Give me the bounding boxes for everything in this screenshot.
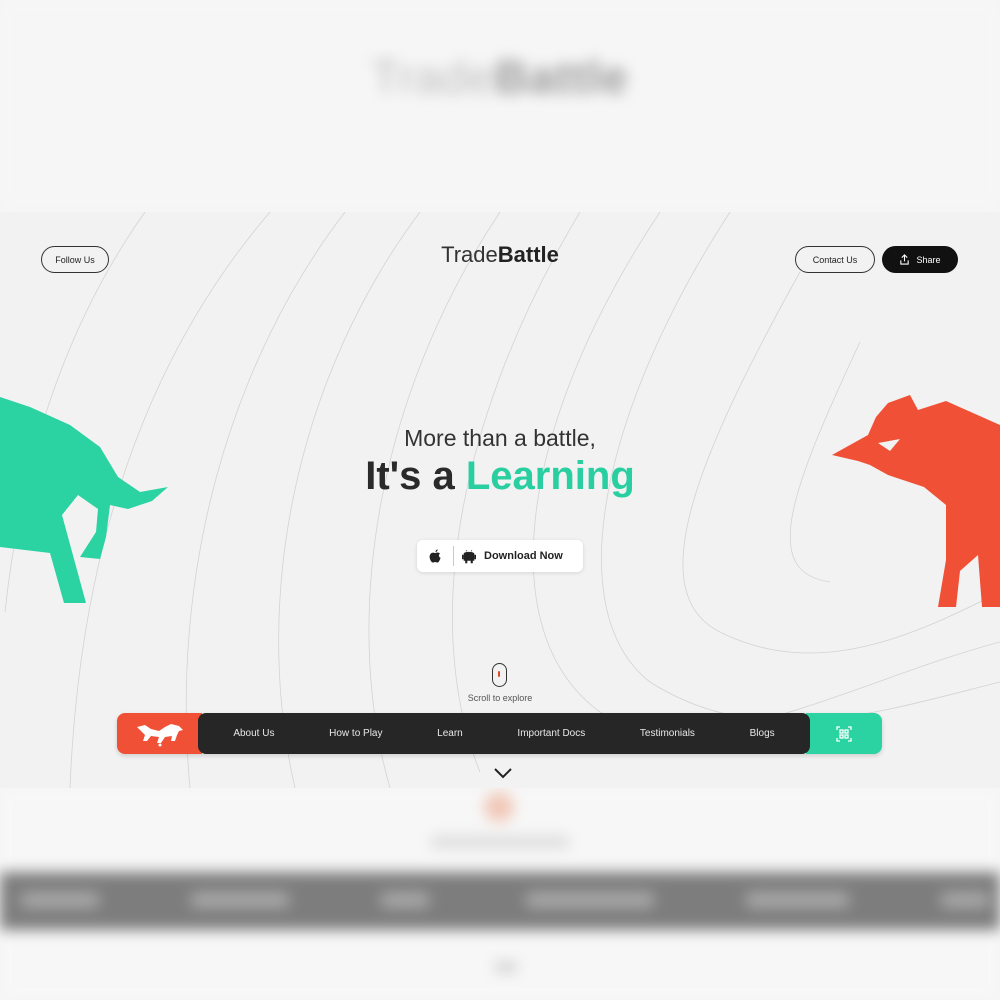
backdrop-top <box>0 0 1000 212</box>
share-label: Share <box>916 254 941 265</box>
nav-item-about-us[interactable]: About Us <box>233 728 274 739</box>
hero-title: It's a Learning <box>0 454 1000 499</box>
download-now-button[interactable]: Download Now <box>417 540 583 572</box>
logo-bold: Battle <box>497 242 559 267</box>
mouse-scroll-icon <box>492 663 507 687</box>
qr-scan-icon <box>836 725 852 742</box>
download-now-label: Download Now <box>484 550 563 562</box>
page: TradeBattle Follow Us TradeBattle Contac… <box>0 0 1000 1000</box>
android-icon[interactable] <box>454 549 484 564</box>
backdrop-navbar <box>0 872 1000 930</box>
contact-us-label: Contact Us <box>812 254 858 265</box>
nav-home-logo[interactable] <box>117 713 202 754</box>
nav-item-important-docs[interactable]: Important Docs <box>517 728 585 739</box>
backdrop-mouse-shape <box>484 792 514 822</box>
apple-icon[interactable] <box>417 548 453 564</box>
nav-item-learn[interactable]: Learn <box>437 728 463 739</box>
bull-bear-logo-icon <box>136 723 183 746</box>
nav-item-testimonials[interactable]: Testimonials <box>640 728 695 739</box>
bottom-navbar: About Us How to Play Learn Important Doc… <box>117 713 882 754</box>
hero-title-accent: Learning <box>465 454 635 498</box>
contact-us-button[interactable]: Contact Us <box>795 246 875 273</box>
nav-item-blogs[interactable]: Blogs <box>750 728 775 739</box>
logo-light: Trade <box>441 242 498 267</box>
backdrop-title: TradeBattle <box>371 51 629 103</box>
qr-scan-button[interactable] <box>806 713 882 754</box>
hero-subtitle: More than a battle, <box>404 425 596 451</box>
chevron-down-icon[interactable] <box>493 767 513 779</box>
share-icon <box>900 254 910 265</box>
nav-item-how-to-play[interactable]: How to Play <box>329 728 382 739</box>
hero-title-prefix: It's a <box>365 454 466 498</box>
share-button[interactable]: Share <box>882 246 958 273</box>
scroll-to-explore-label: Scroll to explore <box>467 693 533 703</box>
nav-links: About Us How to Play Learn Important Doc… <box>198 713 810 754</box>
backdrop-text-shape <box>430 836 570 848</box>
backdrop-chevron <box>494 962 518 972</box>
hero-frame: Follow Us TradeBattle Contact Us Share M… <box>0 212 1000 788</box>
